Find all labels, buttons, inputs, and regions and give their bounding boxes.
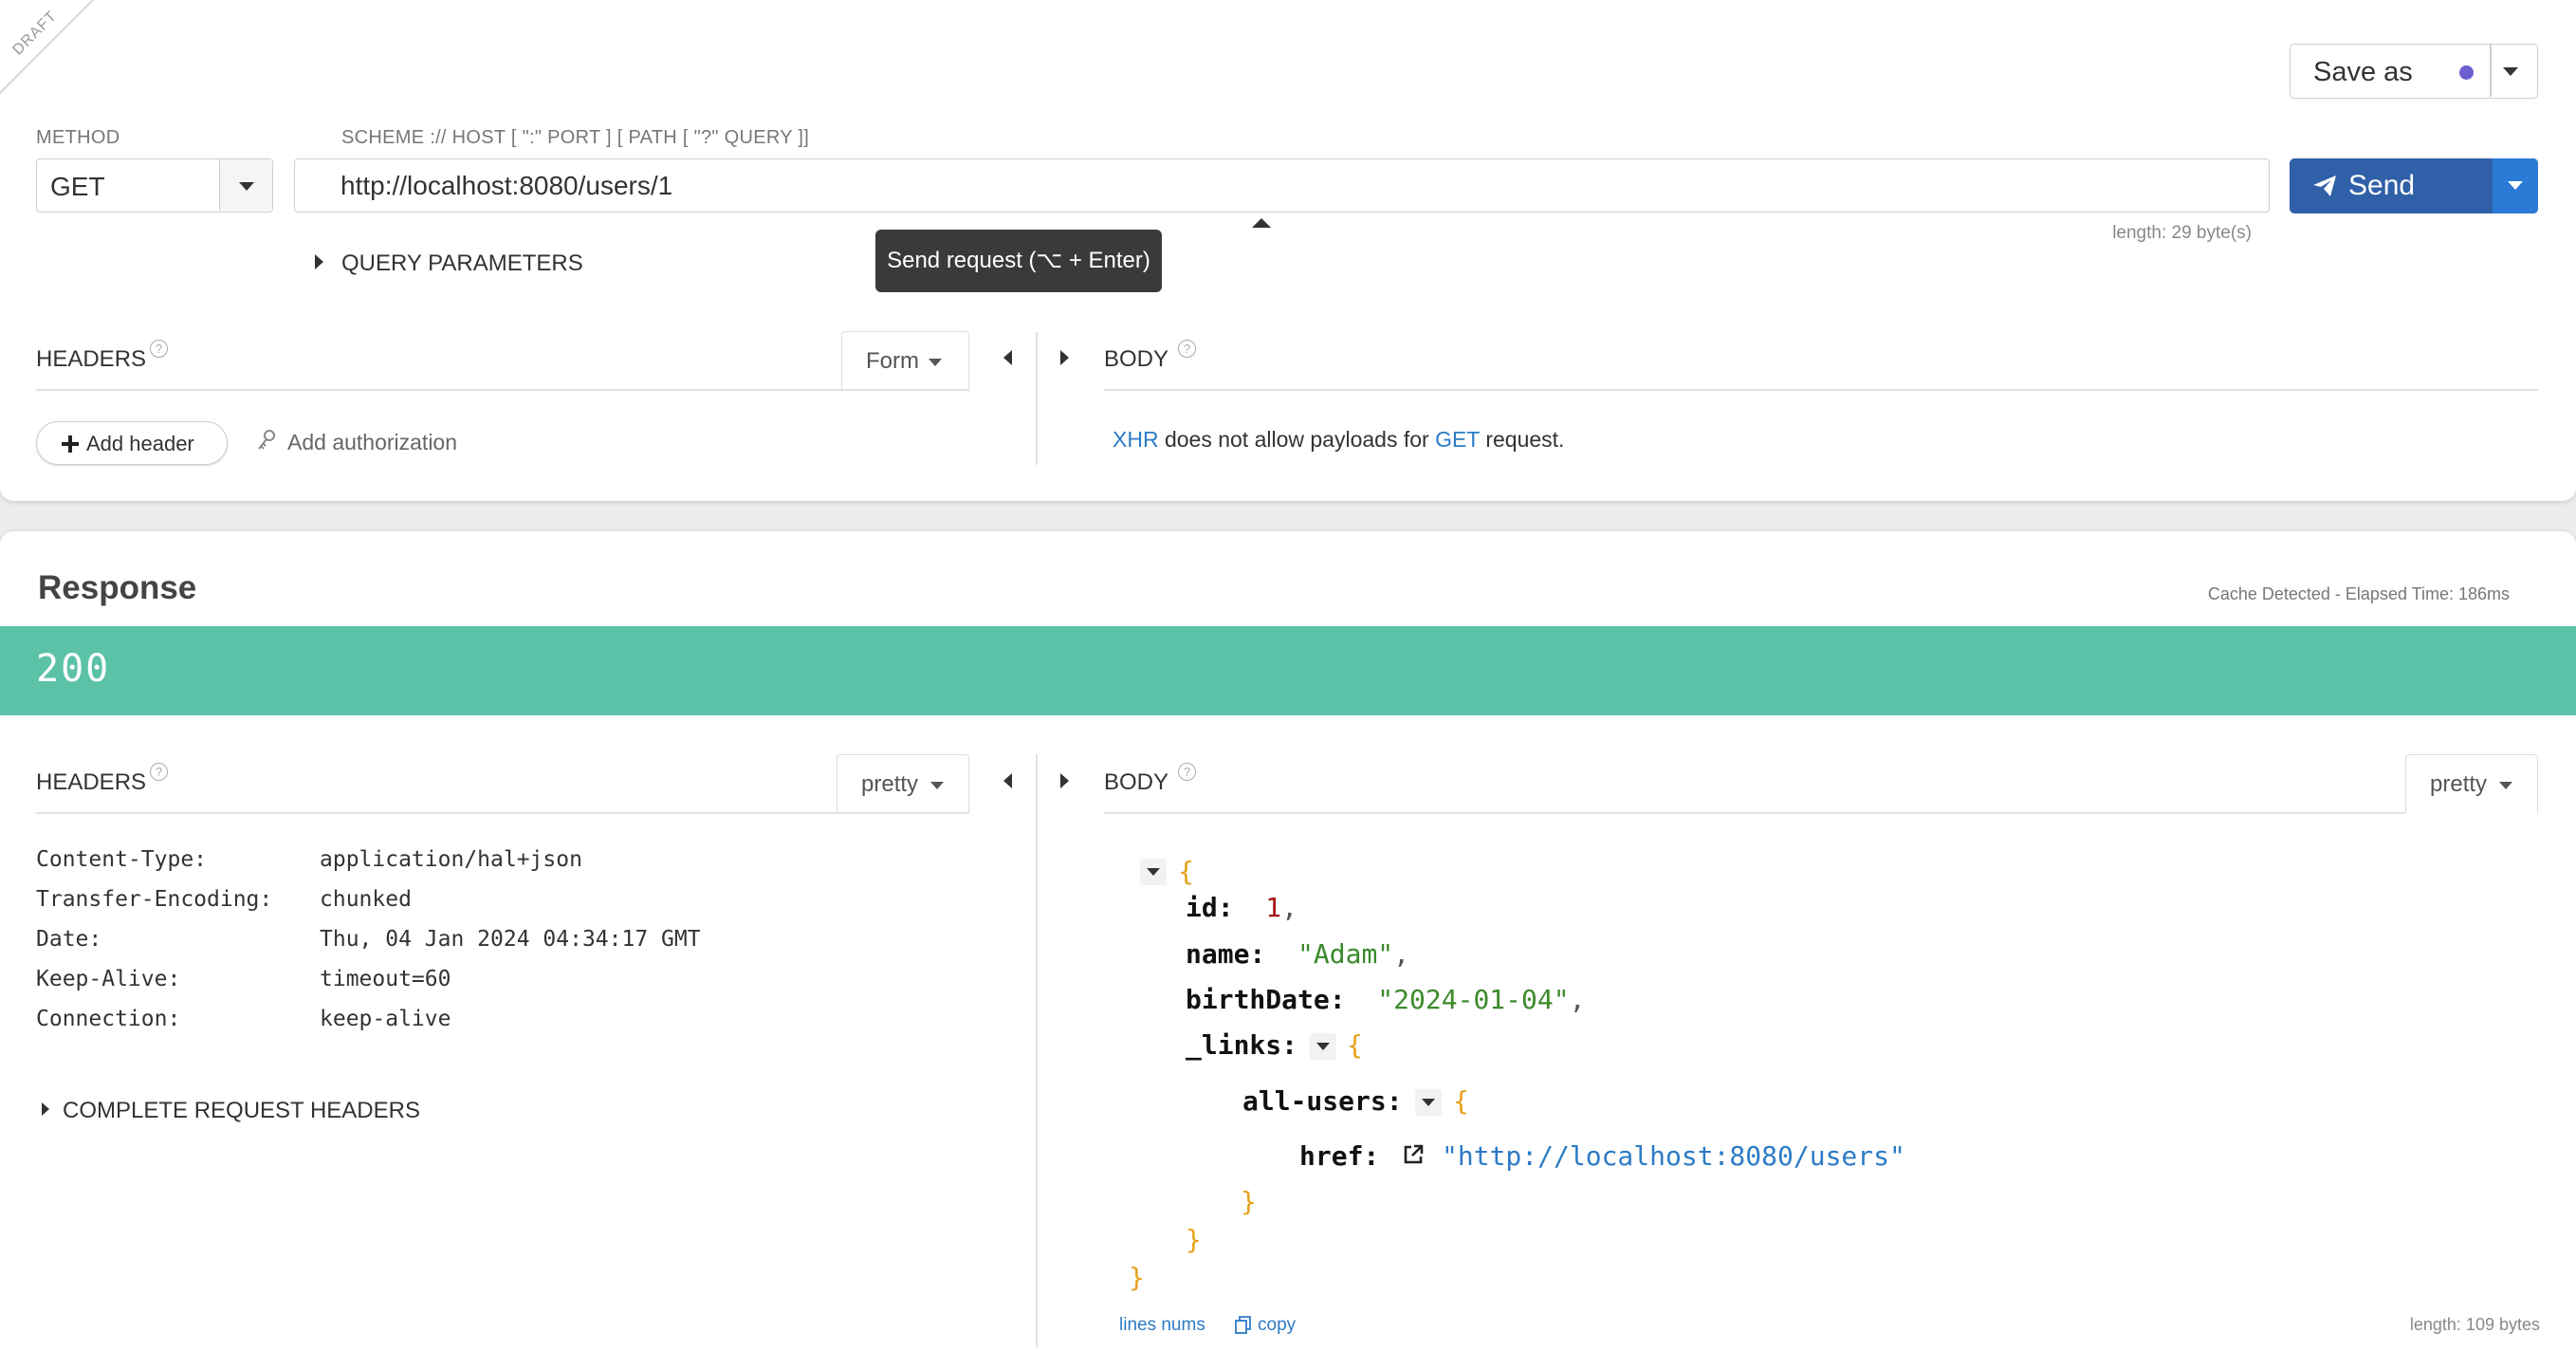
draft-ribbon: DRAFT (0, 0, 116, 114)
response-body-mode-value: pretty (2430, 771, 2488, 797)
json-brace: } (1186, 1224, 1202, 1255)
request-headers-title: HEADERS (36, 346, 147, 372)
request-body-title: BODY (1104, 346, 1169, 372)
json-brace: } (1129, 1262, 1145, 1293)
save-as-button[interactable]: Save as (2290, 44, 2538, 99)
chevron-down-icon (930, 782, 944, 789)
send-main[interactable]: Send (2290, 158, 2493, 213)
send-button[interactable]: Send (2290, 158, 2538, 213)
plus-icon (62, 435, 79, 453)
header-value: Thu, 04 Jan 2024 04:34:17 GMT (320, 927, 701, 952)
json-brace: { (1453, 1085, 1469, 1117)
send-tooltip: Send request (⌥ + Enter) (875, 230, 1162, 292)
help-icon[interactable]: ? (1178, 763, 1196, 781)
status-bar: 200 (0, 626, 2576, 715)
json-line-name: name: "Adam", (1186, 938, 1410, 970)
chevron-right-icon (42, 1102, 49, 1116)
copy-label: copy (1258, 1315, 1297, 1335)
save-as-label: Save as (2313, 57, 2413, 87)
caret-up-icon (1252, 218, 1271, 228)
url-length: length: 29 byte(s) (2112, 223, 2252, 243)
header-value: application/hal+json (320, 847, 582, 872)
method-dropdown-toggle[interactable] (219, 159, 272, 211)
request-panel: DRAFT METHOD SCHEME :// HOST [ ":" PORT … (0, 0, 2576, 501)
response-headers-mode-dropdown[interactable]: pretty (837, 754, 969, 813)
chevron-down-icon (2499, 782, 2512, 789)
json-brace: { (1178, 856, 1194, 887)
help-icon[interactable]: ? (150, 340, 168, 358)
json-line-all-users: all-users: (1242, 1085, 1403, 1117)
header-key: Date: (36, 927, 102, 952)
get-link[interactable]: GET (1435, 427, 1480, 452)
json-brace: { (1347, 1029, 1363, 1061)
expand-right-icon[interactable] (1060, 773, 1069, 788)
query-parameters-toggle[interactable]: QUERY PARAMETERS (313, 250, 598, 279)
header-value: timeout=60 (320, 967, 451, 991)
copy-link[interactable]: copy (1235, 1314, 1330, 1337)
json-collapse-toggle[interactable] (1310, 1033, 1336, 1060)
json-collapse-toggle[interactable] (1140, 859, 1167, 885)
send-options-toggle[interactable] (2493, 158, 2538, 213)
add-header-button[interactable]: Add header (36, 421, 228, 465)
response-title: Response (38, 569, 197, 606)
header-key: Keep-Alive: (36, 967, 181, 991)
add-header-label: Add header (86, 432, 194, 455)
complete-request-headers-label: COMPLETE REQUEST HEADERS (63, 1098, 420, 1123)
response-headers-title: HEADERS (36, 769, 147, 795)
help-icon[interactable]: ? (1178, 340, 1196, 358)
headers-mode-dropdown[interactable]: Form (841, 331, 969, 390)
json-line-id: id: 1, (1186, 892, 1298, 923)
url-input[interactable] (294, 158, 2270, 213)
chevron-down-icon (929, 359, 942, 366)
method-select[interactable]: GET (36, 158, 273, 213)
complete-request-headers-toggle[interactable]: COMPLETE REQUEST HEADERS (38, 1096, 436, 1126)
method-label: METHOD (36, 127, 120, 148)
chevron-down-icon (239, 182, 254, 191)
send-label: Send (2348, 170, 2416, 201)
paper-plane-icon (2313, 176, 2336, 196)
add-authorization-label: Add authorization (287, 430, 458, 454)
status-dot-icon (2459, 65, 2474, 80)
chevron-down-icon[interactable] (2503, 67, 2518, 76)
json-line-birthdate: birthDate: "2024-01-04", (1186, 984, 1586, 1015)
copy-icon (1235, 1316, 1251, 1334)
cache-info: Cache Detected - Elapsed Time: 186ms (2207, 584, 2510, 603)
url-label: SCHEME :// HOST [ ":" PORT ] [ PATH [ "?… (341, 127, 810, 148)
json-href-link[interactable]: "http://localhost:8080/users" (1442, 1140, 1905, 1172)
method-value: GET (50, 172, 105, 201)
add-authorization-link[interactable]: Add authorization (254, 427, 482, 459)
external-link-icon[interactable] (1402, 1143, 1425, 1166)
help-icon[interactable]: ? (150, 763, 168, 781)
chevron-down-icon (2508, 181, 2523, 190)
key-icon (258, 430, 275, 450)
xhr-link[interactable]: XHR (1113, 427, 1159, 452)
chevron-right-icon (315, 254, 323, 269)
collapse-left-icon[interactable] (1003, 773, 1012, 788)
header-value: keep-alive (320, 1007, 451, 1031)
collapse-left-icon[interactable] (1003, 350, 1012, 365)
body-length: length: 109 bytes (2409, 1315, 2540, 1334)
json-line-href: href: (1299, 1140, 1380, 1172)
header-key: Connection: (36, 1007, 181, 1031)
response-headers-mode-value: pretty (861, 771, 919, 797)
json-brace: } (1241, 1186, 1257, 1217)
body-not-allowed-message: XHR does not allow payloads for GET requ… (1113, 427, 1565, 452)
header-key: Content-Type: (36, 847, 208, 872)
status-code: 200 (36, 647, 111, 691)
json-line-links: _links: (1186, 1029, 1298, 1061)
json-collapse-toggle[interactable] (1415, 1089, 1442, 1116)
lines-nums-link[interactable]: lines nums (1119, 1315, 1205, 1336)
header-value: chunked (320, 887, 412, 912)
response-body-mode-dropdown[interactable]: pretty (2405, 754, 2538, 813)
query-parameters-label: QUERY PARAMETERS (341, 250, 583, 276)
headers-mode-value: Form (866, 348, 919, 374)
expand-right-icon[interactable] (1060, 350, 1069, 365)
header-key: Transfer-Encoding: (36, 887, 273, 912)
response-body-title: BODY (1104, 769, 1169, 795)
